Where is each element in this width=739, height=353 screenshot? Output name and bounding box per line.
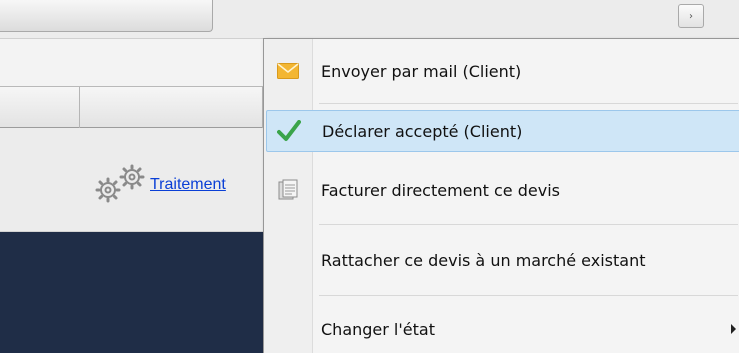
menu-separator <box>319 103 738 104</box>
horizontal-scrollbar-thumb[interactable] <box>0 0 213 32</box>
menu-item-declarer-accepte[interactable]: Déclarer accepté (Client) <box>266 110 739 152</box>
document-icon <box>266 169 310 211</box>
menu-item-label: Envoyer par mail (Client) <box>321 61 522 81</box>
menu-item-icon-empty <box>266 239 310 281</box>
column-header[interactable] <box>0 87 80 129</box>
menu-separator <box>319 224 738 225</box>
checkmark-icon <box>267 110 311 152</box>
menu-item-changer-etat[interactable]: Changer l'état <box>266 308 739 350</box>
menu-item-rattacher-devis[interactable]: Rattacher ce devis à un marché existant <box>266 239 739 281</box>
traitement-link[interactable]: Traitement <box>150 176 226 194</box>
context-menu: Envoyer par mail (Client) Déclarer accep… <box>263 38 739 353</box>
menu-item-facturer-directement[interactable]: Facturer directement ce devis <box>266 169 739 211</box>
envelope-icon <box>266 50 310 92</box>
submenu-arrow-icon <box>731 324 736 334</box>
menu-item-label: Facturer directement ce devis <box>321 180 560 200</box>
menu-item-icon-empty <box>266 308 310 350</box>
top-toolbar-area: › <box>0 0 739 38</box>
menu-item-label: Déclarer accepté (Client) <box>322 121 523 141</box>
menu-item-label: Rattacher ce devis à un marché existant <box>321 250 646 270</box>
menu-item-envoyer-par-mail[interactable]: Envoyer par mail (Client) <box>266 50 739 92</box>
menu-separator <box>319 295 738 296</box>
menu-item-label: Changer l'état <box>321 319 435 339</box>
scroll-right-arrow-icon[interactable]: › <box>678 4 704 28</box>
gears-icon <box>95 164 145 203</box>
column-header[interactable] <box>80 87 263 129</box>
